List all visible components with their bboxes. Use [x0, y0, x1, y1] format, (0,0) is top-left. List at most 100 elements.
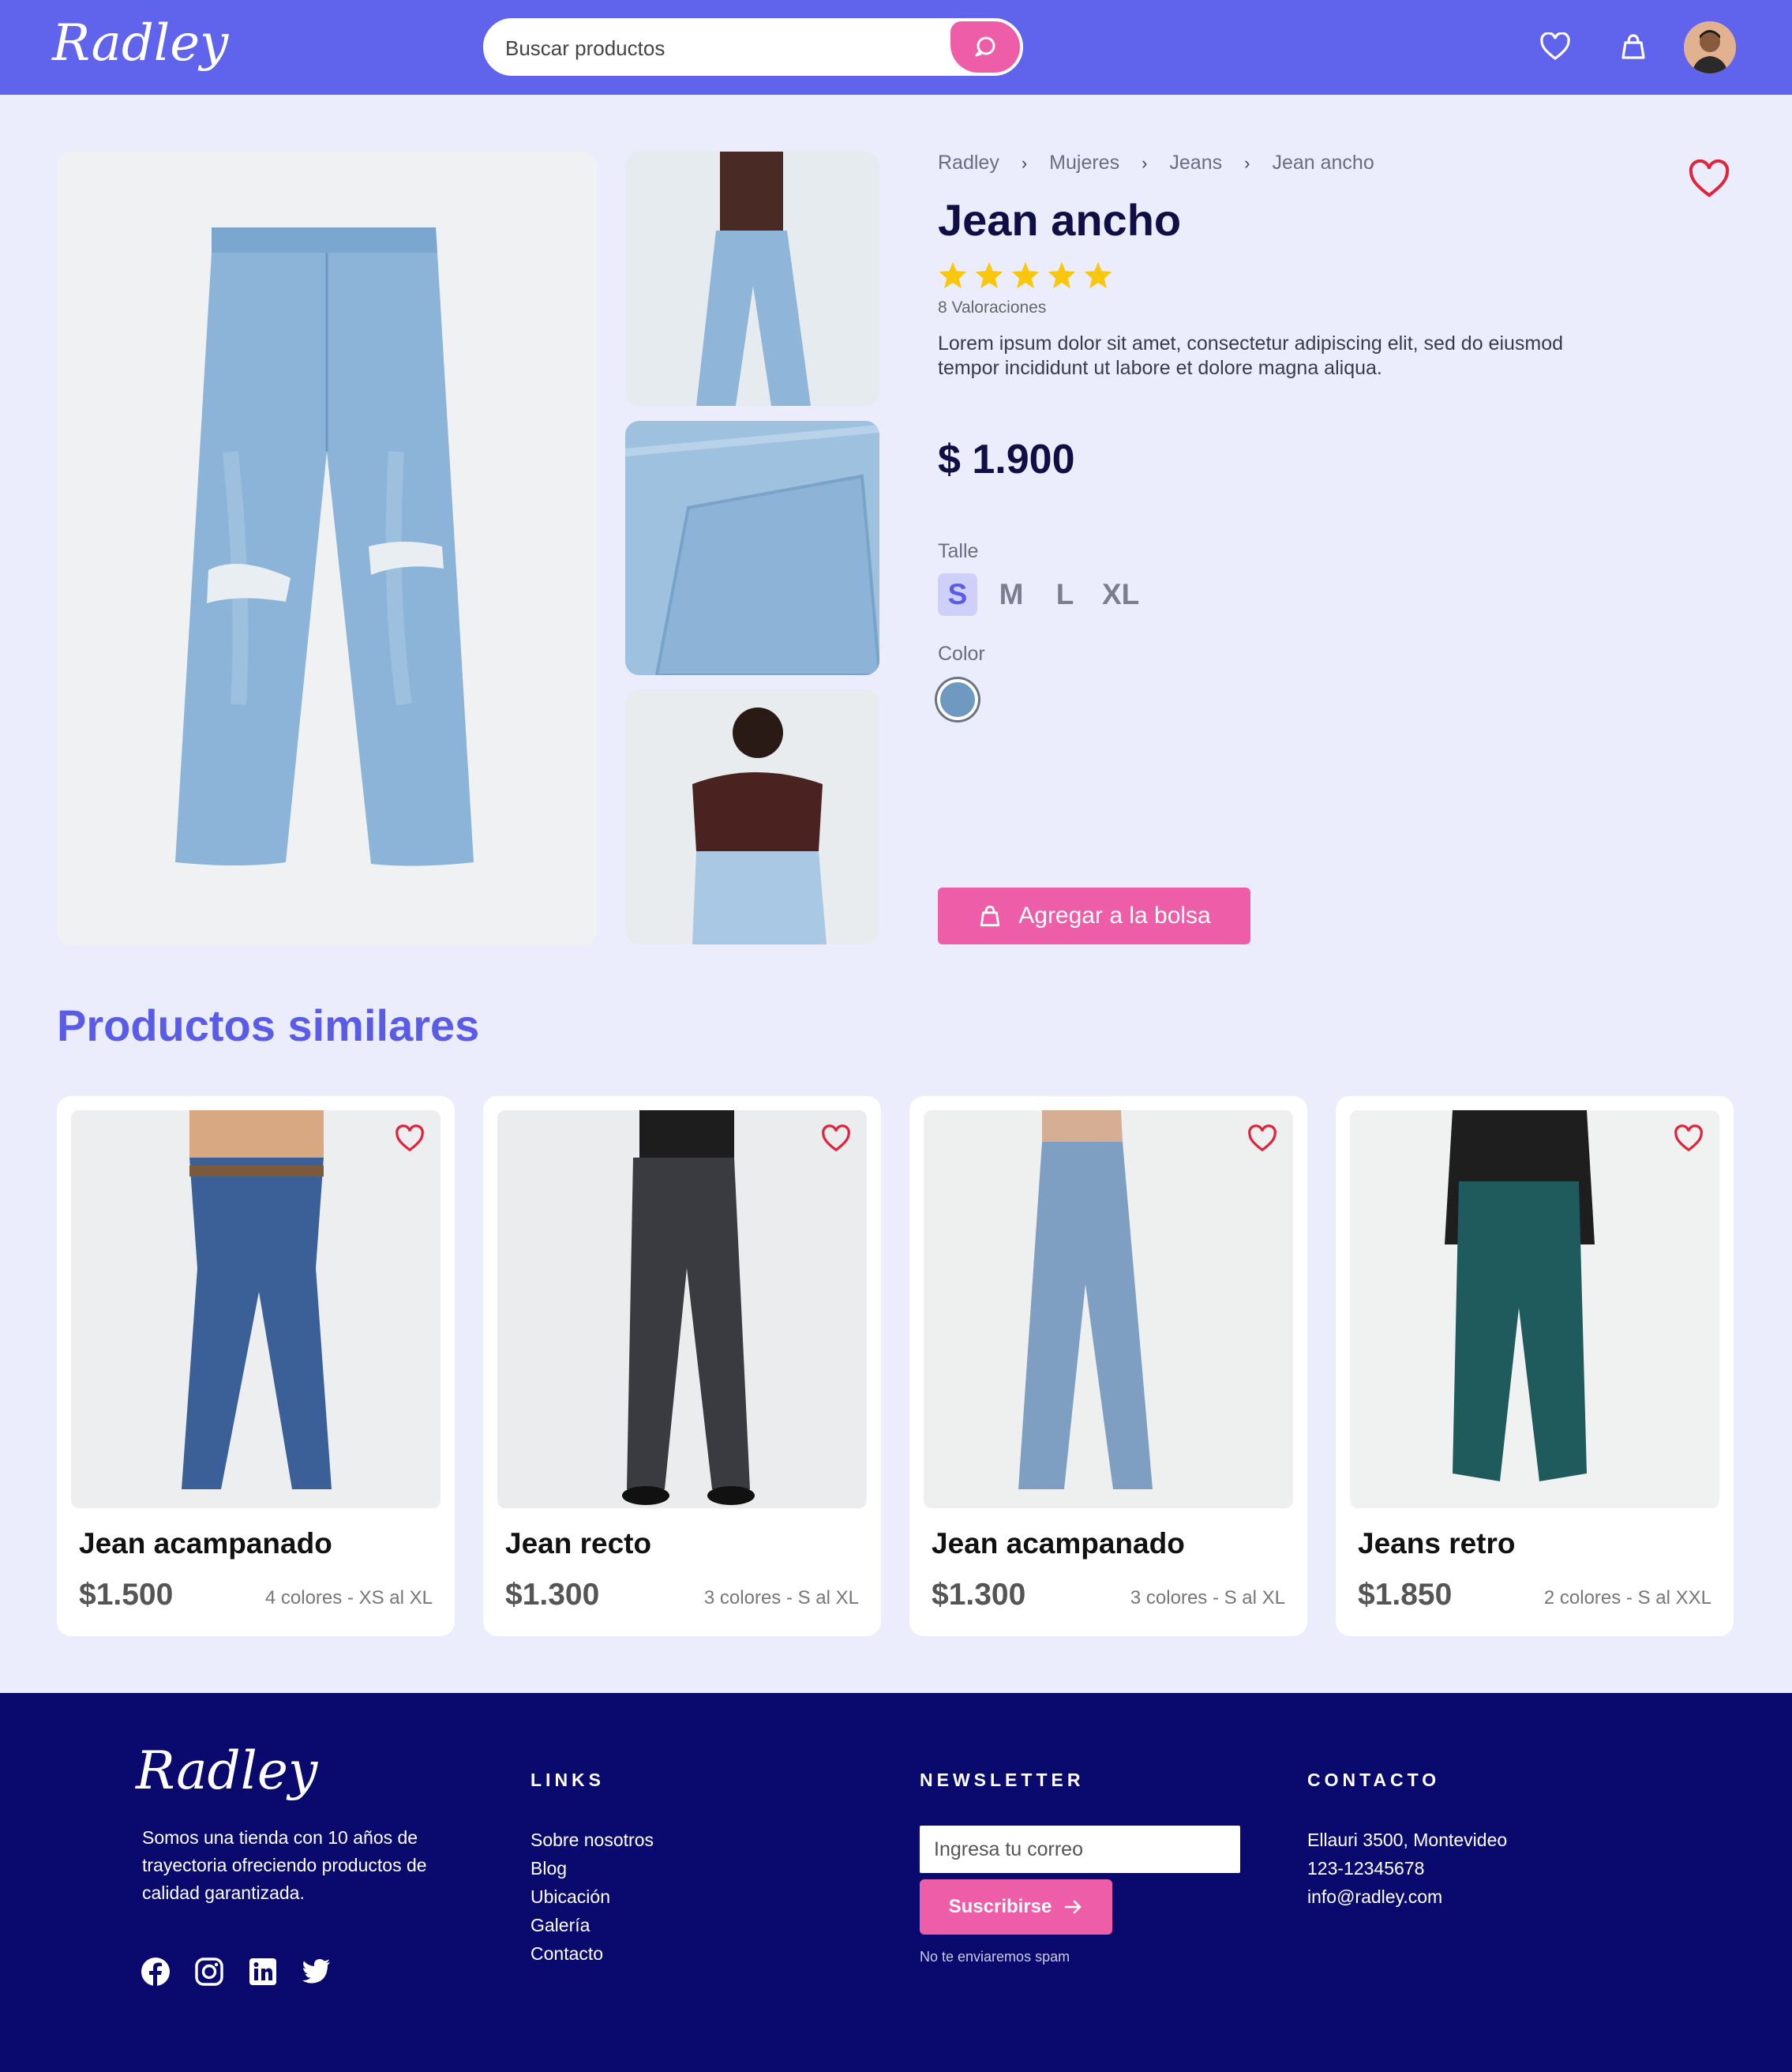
linkedin-link[interactable]	[248, 1957, 278, 1987]
product-title: Jean ancho	[938, 195, 1182, 245]
facebook-link[interactable]	[141, 1957, 171, 1987]
bag-icon	[980, 905, 1000, 927]
bag-button[interactable]	[1615, 28, 1651, 65]
heart-icon	[396, 1124, 424, 1152]
search-button[interactable]	[950, 21, 1020, 73]
contact-email[interactable]: info@radley.com	[1307, 1882, 1507, 1911]
product-card-name: Jean acampanado	[79, 1527, 332, 1560]
links-heading: LINKS	[530, 1770, 605, 1790]
size-option-xl[interactable]: XL	[1099, 573, 1142, 616]
card-favorite-button[interactable]	[821, 1124, 851, 1153]
product-card-meta: 4 colores - XS al XL	[264, 1587, 433, 1608]
product-card-price: $1.300	[932, 1578, 1026, 1612]
product-card-meta: 2 colores - S al XXL	[1543, 1587, 1711, 1608]
contact-phone[interactable]: 123-12345678	[1307, 1854, 1507, 1882]
bag-icon	[1621, 34, 1645, 59]
breadcrumb-item[interactable]: Jean ancho	[1272, 152, 1374, 175]
star-icon	[1048, 261, 1076, 289]
product-card[interactable]: Jeans retro $1.850 2 colores - S al XXL	[1336, 1096, 1734, 1636]
newsletter-heading: NEWSLETTER	[920, 1770, 1085, 1790]
search-input[interactable]	[505, 32, 947, 64]
product-card-name: Jean recto	[505, 1527, 652, 1560]
product-card-price: $1.850	[1358, 1578, 1453, 1612]
wishlist-button[interactable]	[1537, 28, 1573, 65]
twitter-link[interactable]	[302, 1957, 332, 1987]
size-option-s[interactable]: S	[938, 573, 977, 616]
footer-about: Somos una tienda con 10 años de trayecto…	[142, 1827, 427, 1903]
breadcrumb-item[interactable]: Mujeres	[1049, 152, 1119, 175]
footer-link[interactable]: Contacto	[530, 1939, 654, 1968]
card-favorite-button[interactable]	[1674, 1124, 1704, 1153]
top-nav: Radley	[0, 0, 1792, 95]
product-price: $ 1.900	[938, 437, 1075, 482]
similar-products-title: Productos similares	[57, 1000, 480, 1050]
footer-link[interactable]: Blog	[530, 1854, 654, 1882]
star-icon	[975, 261, 1003, 289]
social-links	[141, 1957, 332, 1987]
no-spam-note: No te enviaremos spam	[920, 1949, 1070, 1965]
breadcrumb-item[interactable]: Jeans	[1169, 152, 1222, 175]
color-label: Color	[938, 643, 985, 665]
heart-icon	[1689, 159, 1730, 197]
product-description: Lorem ipsum dolor sit amet, consectetur …	[938, 332, 1564, 379]
color-swatch[interactable]	[937, 679, 978, 720]
instagram-link[interactable]	[194, 1957, 224, 1987]
footer-link[interactable]: Galería	[530, 1911, 654, 1939]
product-card-image[interactable]	[1350, 1110, 1719, 1508]
product-card-image[interactable]	[71, 1110, 441, 1508]
subscribe-label: Suscribirse	[948, 1896, 1052, 1917]
arrow-right-icon	[1065, 1900, 1082, 1914]
product-card-name: Jeans retro	[1358, 1527, 1516, 1560]
size-option-l[interactable]: L	[1045, 573, 1085, 616]
size-option-m[interactable]: M	[992, 573, 1031, 616]
subscribe-button[interactable]: Suscribirse	[920, 1879, 1112, 1935]
heart-icon	[1540, 32, 1570, 61]
card-favorite-button[interactable]	[395, 1124, 425, 1153]
add-to-bag-button[interactable]: Agregar a la bolsa	[938, 888, 1250, 944]
product-card-image[interactable]	[497, 1110, 867, 1508]
size-selector: S M L XL	[938, 573, 1142, 616]
footer-logo[interactable]: Radley	[136, 1740, 317, 1801]
facebook-icon	[141, 1958, 170, 1987]
contact-heading: CONTACTO	[1307, 1770, 1441, 1790]
newsletter-email-input[interactable]	[920, 1826, 1240, 1873]
rating-stars	[938, 261, 1113, 289]
thumbnail-1[interactable]	[625, 152, 879, 406]
thumbnail-2[interactable]	[625, 421, 879, 675]
search-bar	[483, 18, 1023, 76]
add-to-bag-label: Agregar a la bolsa	[1018, 903, 1211, 929]
product-card-price: $1.300	[505, 1578, 600, 1612]
star-icon	[939, 261, 967, 289]
footer-link[interactable]: Sobre nosotros	[530, 1826, 654, 1854]
user-avatar[interactable]	[1684, 21, 1736, 73]
breadcrumb: Radley › Mujeres › Jeans › Jean ancho	[938, 152, 1374, 175]
thumbnail-3[interactable]	[625, 689, 879, 944]
product-card[interactable]: Jean acampanado $1.300 3 colores - S al …	[909, 1096, 1307, 1636]
product-card[interactable]: Jean acampanado $1.500 4 colores - XS al…	[57, 1096, 455, 1636]
product-card-meta: 3 colores - S al XL	[1130, 1587, 1285, 1608]
star-icon	[1084, 261, 1112, 289]
product-card-name: Jean acampanado	[932, 1527, 1185, 1560]
logo[interactable]: Radley	[52, 14, 228, 73]
main-product-image[interactable]	[57, 152, 597, 945]
search-icon	[975, 36, 995, 56]
heart-icon	[822, 1124, 850, 1152]
footer-link[interactable]: Ubicación	[530, 1882, 654, 1911]
linkedin-icon	[249, 1958, 276, 1985]
favorite-button[interactable]	[1688, 159, 1730, 199]
size-label: Talle	[938, 540, 979, 562]
card-favorite-button[interactable]	[1247, 1124, 1277, 1153]
contact-address: Ellauri 3500, Montevideo	[1307, 1830, 1508, 1850]
product-card-image[interactable]	[924, 1110, 1293, 1508]
rating-count: 8 Valoraciones	[938, 298, 1047, 317]
product-card-meta: 3 colores - S al XL	[703, 1587, 859, 1608]
twitter-icon	[302, 1958, 330, 1984]
breadcrumb-item[interactable]: Radley	[938, 152, 999, 175]
heart-icon	[1248, 1124, 1277, 1152]
heart-icon	[1674, 1124, 1703, 1152]
chevron-right-icon: ›	[1021, 152, 1028, 173]
product-card-price: $1.500	[79, 1578, 174, 1612]
footer-links: Sobre nosotros Blog Ubicación Galería Co…	[530, 1826, 654, 1968]
product-card[interactable]: Jean recto $1.300 3 colores - S al XL	[483, 1096, 881, 1636]
footer: Radley Somos una tienda con 10 años de t…	[0, 1693, 1792, 2072]
